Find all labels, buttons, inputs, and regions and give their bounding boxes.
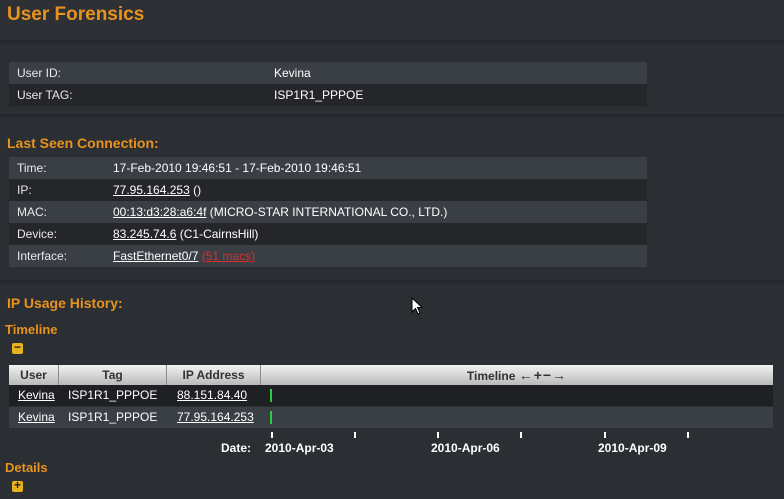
interface-value: FastEthernet0/7 (51 macs) [113,245,255,267]
table-row: User TAG: ISP1R1_PPPOE [9,84,647,106]
tag-cell: ISP1R1_PPPOE [68,388,158,402]
col-ip[interactable]: IP Address [167,365,261,385]
ip-link[interactable]: 77.95.164.253 [113,183,190,197]
time-key: Time: [17,161,47,175]
axis-tick [520,432,522,438]
axis-tick [271,432,273,438]
axis-tick [354,432,356,438]
tag-cell: ISP1R1_PPPOE [68,410,158,424]
mac-value: 00:13:d3:28:a6:4f (MICRO-STAR INTERNATIO… [113,201,447,223]
separator [0,280,784,288]
table-row: Time: 17-Feb-2010 19:46:51 - 17-Feb-2010… [9,157,647,179]
table-row: Kevina ISP1R1_PPPOE 88.151.84.40 [9,385,773,406]
table-row: Interface: FastEthernet0/7 (51 macs) [9,245,647,267]
table-row: Device: 83.245.74.6 (C1-CairnsHill) [9,223,647,245]
mac-key: MAC: [17,205,47,219]
macs-link[interactable]: (51 macs) [202,249,255,263]
timeline-header-label: Timeline [466,369,516,383]
ip-link[interactable]: 77.95.164.253 [177,407,254,428]
user-link[interactable]: Kevina [18,407,55,428]
table-row: MAC: 00:13:d3:28:a6:4f (MICRO-STAR INTER… [9,201,647,223]
col-user[interactable]: User [9,365,59,385]
table-row: IP: 77.95.164.253 () [9,179,647,201]
col-timeline: Timeline ←+−→ [261,365,773,385]
timeline-nav-controls[interactable]: ←+−→ [519,367,567,383]
table-row: Kevina ISP1R1_PPPOE 77.95.164.253 [9,407,773,428]
minus-square-icon[interactable]: − [12,340,23,354]
date-tick-label: 2010-Apr-09 [598,441,667,455]
time-value: 17-Feb-2010 19:46:51 - 17-Feb-2010 19:46… [113,161,362,175]
row-key: User TAG: [17,88,73,102]
last-seen-table: Time: 17-Feb-2010 19:46:51 - 17-Feb-2010… [9,157,647,267]
col-tag[interactable]: Tag [59,365,167,385]
ip-key: IP: [17,183,32,197]
row-value: ISP1R1_PPPOE [274,88,364,102]
row-key: User ID: [17,66,62,80]
device-name: (C1-CairnsHill) [176,227,259,241]
axis-tick [604,432,606,438]
mac-link[interactable]: 00:13:d3:28:a6:4f [113,205,206,219]
separator [0,40,784,48]
separator [0,114,784,122]
last-seen-title: Last Seen Connection: [7,135,159,151]
axis-tick [437,432,439,438]
details-subtitle: Details [5,460,48,475]
row-value: Kevina [274,66,311,80]
ip-link[interactable]: 88.151.84.40 [177,385,247,406]
date-tick-label: 2010-Apr-06 [431,441,500,455]
plus-square-icon[interactable]: + [12,478,23,492]
date-tick-label: 2010-Apr-03 [265,441,334,455]
ip-history-title: IP Usage History: [7,295,123,311]
table-row: User ID: Kevina [9,62,647,84]
mac-vendor: (MICRO-STAR INTERNATIONAL CO., LTD.) [206,205,448,219]
timeline-subtitle: Timeline [5,322,58,337]
interface-key: Interface: [17,249,68,263]
device-key: Device: [17,227,58,241]
ip-suffix: () [189,183,202,197]
timeline-bar[interactable] [270,411,272,424]
date-label: Date: [221,441,252,455]
timeline-bar[interactable] [270,389,272,402]
device-value: 83.245.74.6 (C1-CairnsHill) [113,223,258,245]
user-info-table: User ID: Kevina User TAG: ISP1R1_PPPOE [9,62,647,106]
user-link[interactable]: Kevina [18,385,55,406]
ip-value: 77.95.164.253 () [113,179,201,201]
interface-link[interactable]: FastEthernet0/7 [113,249,198,263]
page-title: User Forensics [7,4,145,25]
device-link[interactable]: 83.245.74.6 [113,227,176,241]
timeline-table-header: User Tag IP Address Timeline ←+−→ [9,365,773,385]
axis-tick [687,432,689,438]
mouse-pointer-icon [411,297,423,315]
